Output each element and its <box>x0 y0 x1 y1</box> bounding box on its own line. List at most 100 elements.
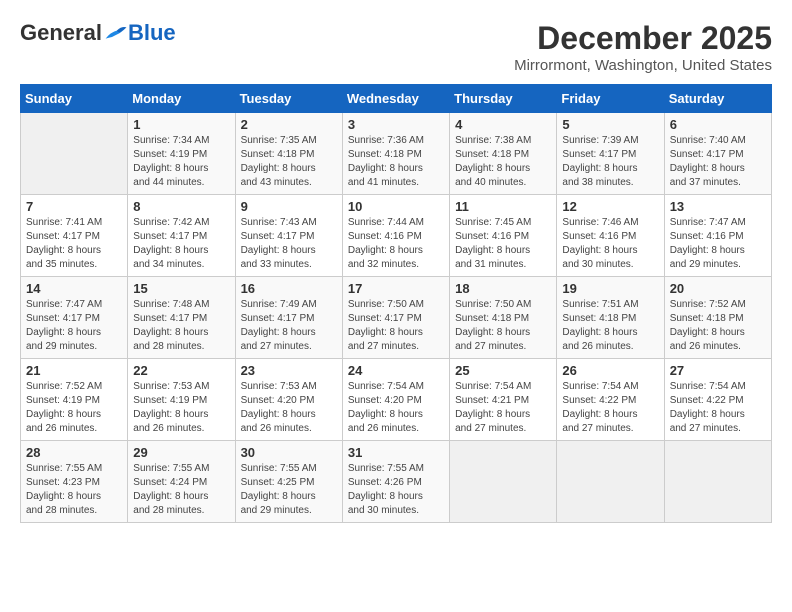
calendar-cell: 15 Sunrise: 7:48 AM Sunset: 4:17 PM Dayli… <box>128 277 235 359</box>
day-info: Sunrise: 7:41 AM Sunset: 4:17 PM Dayligh… <box>26 216 122 272</box>
day-info: Sunrise: 7:53 AM Sunset: 4:19 PM Dayligh… <box>133 380 229 436</box>
day-number: 6 <box>670 117 766 132</box>
day-number: 4 <box>455 117 551 132</box>
day-number: 1 <box>133 117 229 132</box>
calendar-cell: 16 Sunrise: 7:49 AM Sunset: 4:17 PM Dayli… <box>235 277 342 359</box>
day-info: Sunrise: 7:50 AM Sunset: 4:17 PM Dayligh… <box>348 298 444 354</box>
day-number: 22 <box>133 363 229 378</box>
calendar-week-2: 7 Sunrise: 7:41 AM Sunset: 4:17 PM Daylig… <box>21 195 772 277</box>
calendar-cell: 21 Sunrise: 7:52 AM Sunset: 4:19 PM Dayli… <box>21 359 128 441</box>
day-number: 31 <box>348 445 444 460</box>
calendar-week-3: 14Sunrise: 7:47 AM Sunset: 4:17 PM Dayli… <box>21 277 772 359</box>
day-number: 29 <box>133 445 229 460</box>
month-title: December 2025 <box>514 20 772 57</box>
calendar-cell: 2 Sunrise: 7:35 AM Sunset: 4:18 PM Daylig… <box>235 113 342 195</box>
location: Mirrormont, Washington, United States <box>514 57 772 74</box>
calendar-cell: 11 Sunrise: 7:45 AM Sunset: 4:16 PM Dayli… <box>450 195 557 277</box>
day-number: 26 <box>562 363 658 378</box>
day-number: 20 <box>670 281 766 296</box>
day-number: 16 <box>241 281 337 296</box>
day-info: Sunrise: 7:54 AM Sunset: 4:21 PM Dayligh… <box>455 380 551 436</box>
day-number: 19 <box>562 281 658 296</box>
title-section: December 2025 Mirrormont, Washington, Un… <box>514 20 772 74</box>
calendar-cell: 28 Sunrise: 7:55 AM Sunset: 4:23 PM Dayli… <box>21 441 128 523</box>
day-number: 12 <box>562 199 658 214</box>
calendar-cell: 13Sunrise: 7:47 AM Sunset: 4:16 PM Dayli… <box>664 195 771 277</box>
calendar-cell: 23 Sunrise: 7:53 AM Sunset: 4:20 PM Dayli… <box>235 359 342 441</box>
day-number: 2 <box>241 117 337 132</box>
logo: General Blue <box>20 20 176 46</box>
day-number: 15 <box>133 281 229 296</box>
day-info: Sunrise: 7:47 AM Sunset: 4:17 PM Dayligh… <box>26 298 122 354</box>
logo-bird-icon <box>104 24 128 42</box>
calendar-cell: 8 Sunrise: 7:42 AM Sunset: 4:17 PM Daylig… <box>128 195 235 277</box>
calendar-cell <box>21 113 128 195</box>
calendar-week-4: 21 Sunrise: 7:52 AM Sunset: 4:19 PM Dayli… <box>21 359 772 441</box>
calendar-cell <box>557 441 664 523</box>
calendar-header-row: SundayMondayTuesdayWednesdayThursdayFrid… <box>21 85 772 113</box>
day-info: Sunrise: 7:53 AM Sunset: 4:20 PM Dayligh… <box>241 380 337 436</box>
day-info: Sunrise: 7:44 AM Sunset: 4:16 PM Dayligh… <box>348 216 444 272</box>
day-number: 13 <box>670 199 766 214</box>
day-info: Sunrise: 7:52 AM Sunset: 4:19 PM Dayligh… <box>26 380 122 436</box>
calendar-week-1: 1 Sunrise: 7:34 AM Sunset: 4:19 PM Daylig… <box>21 113 772 195</box>
calendar-cell: 22 Sunrise: 7:53 AM Sunset: 4:19 PM Dayli… <box>128 359 235 441</box>
calendar-cell: 12Sunrise: 7:46 AM Sunset: 4:16 PM Dayli… <box>557 195 664 277</box>
day-info: Sunrise: 7:40 AM Sunset: 4:17 PM Dayligh… <box>670 134 766 190</box>
calendar-cell: 10 Sunrise: 7:44 AM Sunset: 4:16 PM Dayli… <box>342 195 449 277</box>
calendar-header-thursday: Thursday <box>450 85 557 113</box>
day-number: 3 <box>348 117 444 132</box>
day-number: 5 <box>562 117 658 132</box>
day-number: 28 <box>26 445 122 460</box>
day-info: Sunrise: 7:39 AM Sunset: 4:17 PM Dayligh… <box>562 134 658 190</box>
day-info: Sunrise: 7:36 AM Sunset: 4:18 PM Dayligh… <box>348 134 444 190</box>
day-info: Sunrise: 7:52 AM Sunset: 4:18 PM Dayligh… <box>670 298 766 354</box>
calendar-cell <box>450 441 557 523</box>
day-number: 27 <box>670 363 766 378</box>
calendar-header-wednesday: Wednesday <box>342 85 449 113</box>
calendar-header-saturday: Saturday <box>664 85 771 113</box>
day-number: 9 <box>241 199 337 214</box>
day-info: Sunrise: 7:55 AM Sunset: 4:24 PM Dayligh… <box>133 462 229 518</box>
calendar-cell: 27Sunrise: 7:54 AM Sunset: 4:22 PM Dayli… <box>664 359 771 441</box>
calendar-cell: 19Sunrise: 7:51 AM Sunset: 4:18 PM Dayli… <box>557 277 664 359</box>
day-info: Sunrise: 7:55 AM Sunset: 4:26 PM Dayligh… <box>348 462 444 518</box>
day-number: 17 <box>348 281 444 296</box>
day-number: 23 <box>241 363 337 378</box>
calendar-table: SundayMondayTuesdayWednesdayThursdayFrid… <box>20 84 772 523</box>
day-info: Sunrise: 7:38 AM Sunset: 4:18 PM Dayligh… <box>455 134 551 190</box>
calendar-header-tuesday: Tuesday <box>235 85 342 113</box>
calendar-cell: 14Sunrise: 7:47 AM Sunset: 4:17 PM Dayli… <box>21 277 128 359</box>
page-header: General Blue December 2025 Mirrormont, W… <box>20 20 772 74</box>
calendar-cell: 26 Sunrise: 7:54 AM Sunset: 4:22 PM Dayli… <box>557 359 664 441</box>
calendar-header-sunday: Sunday <box>21 85 128 113</box>
day-number: 8 <box>133 199 229 214</box>
calendar-cell: 30Sunrise: 7:55 AM Sunset: 4:25 PM Dayli… <box>235 441 342 523</box>
calendar-cell: 31 Sunrise: 7:55 AM Sunset: 4:26 PM Dayli… <box>342 441 449 523</box>
logo-blue: Blue <box>128 20 176 46</box>
day-info: Sunrise: 7:35 AM Sunset: 4:18 PM Dayligh… <box>241 134 337 190</box>
calendar-cell: 29 Sunrise: 7:55 AM Sunset: 4:24 PM Dayli… <box>128 441 235 523</box>
calendar-cell: 9Sunrise: 7:43 AM Sunset: 4:17 PM Daylig… <box>235 195 342 277</box>
calendar-cell: 18Sunrise: 7:50 AM Sunset: 4:18 PM Dayli… <box>450 277 557 359</box>
day-info: Sunrise: 7:48 AM Sunset: 4:17 PM Dayligh… <box>133 298 229 354</box>
calendar-cell: 17 Sunrise: 7:50 AM Sunset: 4:17 PM Dayli… <box>342 277 449 359</box>
calendar-cell <box>664 441 771 523</box>
day-number: 10 <box>348 199 444 214</box>
day-info: Sunrise: 7:34 AM Sunset: 4:19 PM Dayligh… <box>133 134 229 190</box>
calendar-body: 1 Sunrise: 7:34 AM Sunset: 4:19 PM Daylig… <box>21 113 772 523</box>
calendar-cell: 1 Sunrise: 7:34 AM Sunset: 4:19 PM Daylig… <box>128 113 235 195</box>
day-info: Sunrise: 7:55 AM Sunset: 4:25 PM Dayligh… <box>241 462 337 518</box>
day-info: Sunrise: 7:49 AM Sunset: 4:17 PM Dayligh… <box>241 298 337 354</box>
day-number: 21 <box>26 363 122 378</box>
day-number: 11 <box>455 199 551 214</box>
day-info: Sunrise: 7:45 AM Sunset: 4:16 PM Dayligh… <box>455 216 551 272</box>
calendar-cell: 20 Sunrise: 7:52 AM Sunset: 4:18 PM Dayli… <box>664 277 771 359</box>
logo-general: General <box>20 20 102 46</box>
day-number: 7 <box>26 199 122 214</box>
day-info: Sunrise: 7:42 AM Sunset: 4:17 PM Dayligh… <box>133 216 229 272</box>
day-number: 24 <box>348 363 444 378</box>
day-info: Sunrise: 7:54 AM Sunset: 4:20 PM Dayligh… <box>348 380 444 436</box>
day-info: Sunrise: 7:55 AM Sunset: 4:23 PM Dayligh… <box>26 462 122 518</box>
day-info: Sunrise: 7:54 AM Sunset: 4:22 PM Dayligh… <box>562 380 658 436</box>
